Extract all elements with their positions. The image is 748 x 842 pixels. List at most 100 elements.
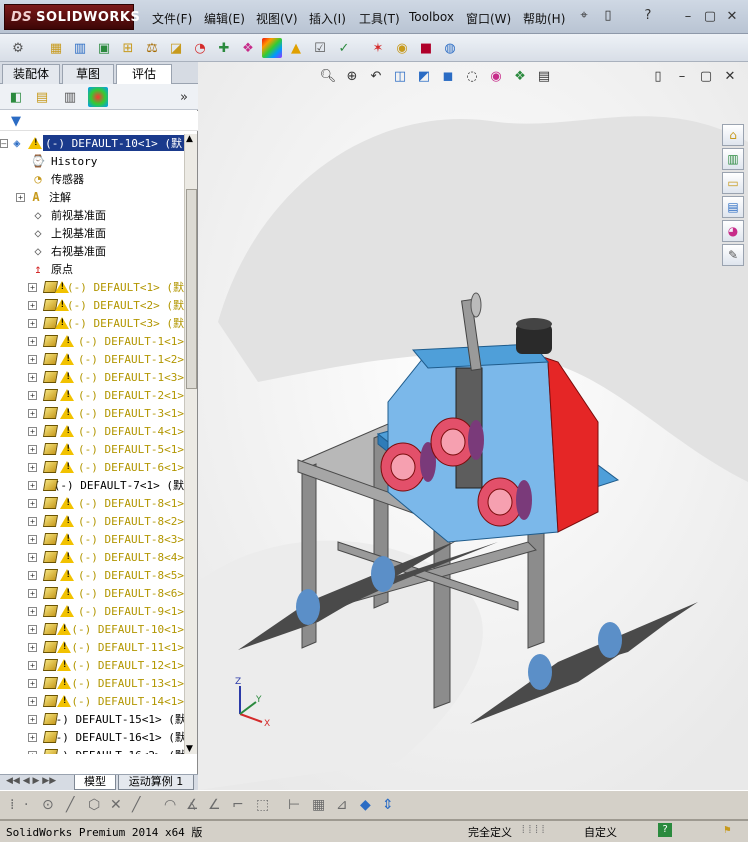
angle-icon[interactable]: ∠	[208, 797, 221, 813]
tab-sketch[interactable]: 草图	[62, 64, 114, 84]
grid-icon[interactable]: ▦	[312, 797, 325, 813]
expand-icon[interactable]: +	[16, 192, 25, 202]
design-study-icon[interactable]: ✶	[368, 38, 388, 58]
options-icon[interactable]: ⚙	[8, 38, 28, 58]
menu-window[interactable]: 窗口(W)	[466, 10, 511, 27]
dimension-icon[interactable]: ⊢	[288, 797, 300, 813]
collapse-icon[interactable]: –	[0, 138, 8, 148]
tree-component[interactable]: + (-) DEFAULT-5<1>	[0, 440, 184, 458]
expand-icon[interactable]: +	[28, 570, 37, 580]
expand-icon[interactable]: +	[28, 336, 37, 346]
tree-component[interactable]: + (-) DEFAULT-7<1> (默	[0, 476, 184, 494]
tree-component[interactable]: + (-) DEFAULT<1> (默	[0, 278, 184, 296]
tree-component[interactable]: + (-) DEFAULT<2> (默	[0, 296, 184, 314]
expand-panel-icon[interactable]: »	[174, 87, 194, 107]
previous-view-icon[interactable]: ↶	[366, 68, 386, 86]
tree-feature-origin[interactable]: ↥ 原点	[0, 260, 184, 278]
expand-icon[interactable]: +	[28, 714, 37, 724]
line-icon[interactable]: ╱	[66, 797, 74, 813]
filter-icon[interactable]: ▼	[6, 111, 26, 131]
tree-feature-sensors[interactable]: ◔ 传感器	[0, 170, 184, 188]
expand-icon[interactable]: +	[28, 696, 37, 706]
tree-component[interactable]: + (-) DEFAULT-15<1> (默	[0, 710, 184, 728]
expand-icon[interactable]: +	[28, 372, 37, 382]
tab-evaluate[interactable]: 评估	[116, 64, 172, 85]
tree-component[interactable]: + (-) DEFAULT-8<3>	[0, 530, 184, 548]
edit-appearance-icon[interactable]: ◉	[486, 68, 506, 86]
tree-component[interactable]: + (-) DEFAULT-4<1>	[0, 422, 184, 440]
zoom-to-fit-icon[interactable]: 🔍︎	[318, 68, 338, 86]
display-manager-icon[interactable]	[88, 87, 108, 107]
expand-icon[interactable]: +	[28, 642, 37, 652]
expand-icon[interactable]: +	[28, 750, 37, 754]
tree-component[interactable]: + (-) DEFAULT-1<2>	[0, 350, 184, 368]
expand-icon[interactable]: +	[28, 498, 37, 508]
tab-nav-arrows-icon[interactable]: ◀◀ ◀ ▶ ▶▶	[6, 776, 56, 786]
minimize-viewport-icon[interactable]: –	[672, 68, 692, 86]
polygon-icon[interactable]: ⬡	[88, 797, 100, 813]
help-question-icon[interactable]: ?	[638, 7, 658, 25]
expand-icon[interactable]: +	[28, 732, 37, 742]
tree-component[interactable]: + (-) DEFAULT-8<2>	[0, 512, 184, 530]
solidworks-resources-icon[interactable]: ⌂	[722, 124, 744, 146]
zebra-stripes-icon[interactable]	[262, 38, 282, 58]
interference-detection-icon[interactable]: ▦	[46, 38, 66, 58]
origin-axis-icon[interactable]: ⇕	[382, 797, 394, 813]
rebuild-icon[interactable]: ⚑	[724, 823, 731, 836]
expand-icon[interactable]: +	[28, 588, 37, 598]
tree-component[interactable]: + (-) DEFAULT-9<1>	[0, 602, 184, 620]
help-icon[interactable]: ?	[658, 823, 672, 837]
expand-icon[interactable]: +	[28, 300, 37, 310]
menu-insert[interactable]: 插入(I)	[309, 10, 346, 27]
expand-icon[interactable]: +	[28, 552, 37, 562]
tab-motion-study[interactable]: 运动算例 1	[118, 775, 194, 790]
scroll-down-icon[interactable]: ▼	[186, 744, 193, 754]
tree-component[interactable]: + (-) DEFAULT-16<2> (默	[0, 746, 184, 754]
tree-component[interactable]: + (-) DEFAULT-8<6>	[0, 584, 184, 602]
custom-properties-icon[interactable]: ✎	[722, 244, 744, 266]
menu-view[interactable]: 视图(V)	[256, 10, 298, 27]
close-viewport-icon[interactable]: ✕	[720, 68, 740, 86]
file-explorer-icon[interactable]: ▭	[722, 172, 744, 194]
appearances-icon[interactable]: ◕	[722, 220, 744, 242]
expand-icon[interactable]: +	[28, 534, 37, 544]
tree-scrollbar[interactable]: ▲ ▼	[184, 134, 197, 754]
tree-feature-right-plane[interactable]: ◇ 右视基准面	[0, 242, 184, 260]
scroll-up-icon[interactable]: ▲	[186, 134, 193, 144]
new-document-icon[interactable]: ▯	[598, 7, 618, 25]
tree-component[interactable]: + (-) DEFAULT-13<1>	[0, 674, 184, 692]
hide-show-items-icon[interactable]: ◌	[462, 68, 482, 86]
tree-component[interactable]: + (-) DEFAULT-12<1>	[0, 656, 184, 674]
view-settings-icon[interactable]: ▤	[534, 68, 554, 86]
expand-icon[interactable]: +	[28, 660, 37, 670]
expand-icon[interactable]: +	[28, 426, 37, 436]
menu-help[interactable]: 帮助(H)	[523, 10, 565, 27]
design-library-icon[interactable]: ▥	[722, 148, 744, 170]
apply-scene-icon[interactable]: ❖	[510, 68, 530, 86]
tree-component[interactable]: + (-) DEFAULT-8<4>	[0, 548, 184, 566]
view-orientation-icon[interactable]: ◩	[414, 68, 434, 86]
tree-component[interactable]: + (-) DEFAULT-2<1>	[0, 386, 184, 404]
restore-icon[interactable]: ▢	[700, 8, 720, 26]
tree-component[interactable]: + (-) DEFAULT-8<1>	[0, 494, 184, 512]
feature-manager-icon[interactable]: ◧	[6, 87, 26, 107]
expand-icon[interactable]: +	[28, 624, 37, 634]
tree-component[interactable]: + (-) DEFAULT-1<3>	[0, 368, 184, 386]
pin-icon[interactable]: ⌖	[574, 7, 594, 25]
tree-component[interactable]: + (-) DEFAULT-8<5>	[0, 566, 184, 584]
section-properties-icon[interactable]: ◪	[166, 38, 186, 58]
menu-edit[interactable]: 编辑(E)	[204, 10, 245, 27]
status-units[interactable]: 自定义	[584, 824, 617, 840]
mass-properties-icon[interactable]: ⚖	[142, 38, 162, 58]
menu-tools[interactable]: 工具(T)	[359, 10, 400, 27]
tree-feature-top-plane[interactable]: ◇ 上视基准面	[0, 224, 184, 242]
tree-component[interactable]: + (-) DEFAULT-10<1>	[0, 620, 184, 638]
graphics-viewport[interactable]: Z X Y 🔍︎ ⊕ ↶ ◫ ◩ ◼ ◌ ◉ ❖ ▤ ▯ – ▢ ✕ ⌂ ▥ ▭…	[198, 62, 748, 790]
point-icon[interactable]: ·	[24, 797, 28, 813]
expand-icon[interactable]: +	[28, 318, 37, 328]
sustainability-icon[interactable]: ◍	[440, 38, 460, 58]
trim-icon[interactable]: ✕	[110, 797, 122, 813]
compare-documents-icon[interactable]: ■	[416, 38, 436, 58]
collapse-viewport-icon[interactable]: ▯	[648, 68, 668, 86]
corner-rectangle-icon[interactable]: ⌐	[232, 797, 244, 813]
